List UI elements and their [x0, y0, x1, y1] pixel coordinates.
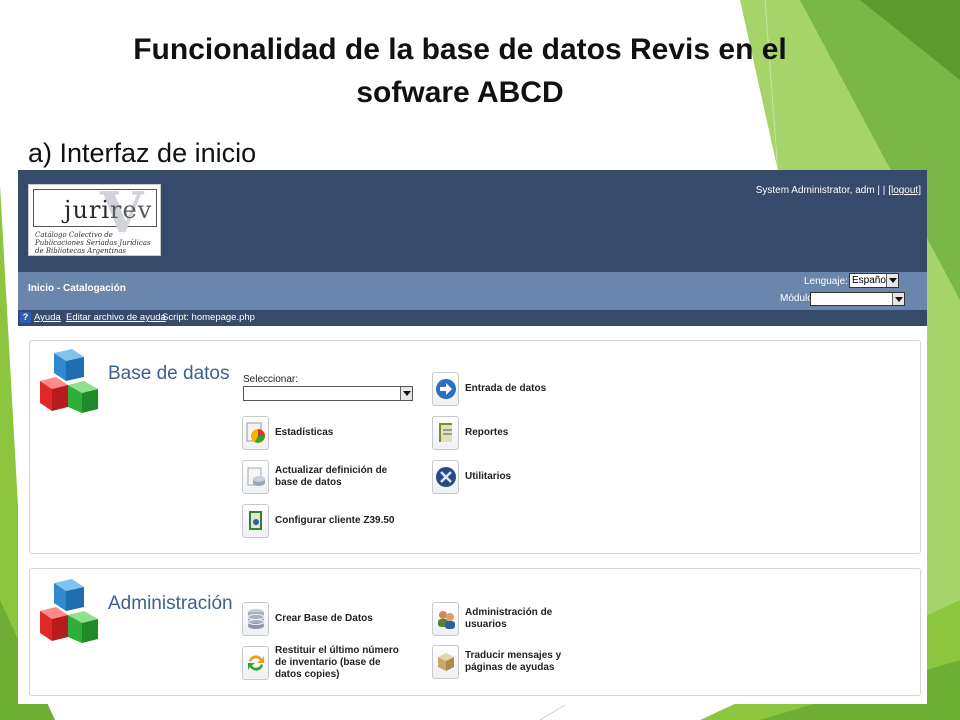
language-select[interactable]: Español [849, 273, 899, 288]
database-panel: Base de datos Seleccionar: Entrada de da… [29, 340, 921, 554]
z3950-config-label: Configurar cliente Z39.50 [275, 515, 395, 526]
database-cubes-icon [40, 349, 98, 413]
breadcrumb: Inicio - Catalogación [28, 283, 126, 294]
statistics-chart-icon [242, 416, 269, 450]
database-select-label: Seleccionar: [243, 374, 299, 385]
help-icon[interactable]: ? [20, 312, 31, 323]
breadcrumb-inicio[interactable]: Inicio [28, 283, 54, 294]
data-entry-button[interactable]: Entrada de datos [432, 372, 595, 406]
admin-cubes-icon [40, 579, 98, 643]
slide-title: Funcionalidad de la base de datos Revis … [40, 28, 880, 114]
slide-title-line1: Funcionalidad de la base de datos Revis … [133, 33, 787, 66]
utilities-tools-icon [432, 460, 459, 494]
z3950-config-button[interactable]: Configurar cliente Z39.50 [242, 504, 405, 538]
z3950-config-icon [242, 504, 269, 538]
utilities-button[interactable]: Utilitarios [432, 460, 595, 494]
statistics-label: Estadísticas [275, 427, 334, 438]
reports-label: Reportes [465, 427, 509, 438]
update-definition-label: Actualizar definición de base de datos [275, 465, 388, 488]
breadcrumb-section: Catalogación [63, 283, 126, 294]
language-value: Español [852, 275, 889, 286]
user-admin-button[interactable]: Administración de usuarios [432, 602, 595, 636]
arrow-right-icon [432, 372, 459, 406]
data-entry-label: Entrada de datos [465, 383, 547, 394]
language-label: Lenguaje: [804, 276, 848, 287]
app-header: V jurirev Catálogo Colectivo de Publicac… [18, 170, 927, 272]
restore-arrows-icon [242, 646, 269, 680]
chevron-down-icon [886, 274, 898, 287]
admin-panel-title: Administración [108, 593, 233, 614]
translate-messages-button[interactable]: Traducir mensajes y páginas de ayudas [432, 645, 595, 679]
database-stack-icon [242, 602, 269, 636]
breadcrumb-separator: - [54, 283, 64, 294]
user-name: System Administrator, adm | | [755, 185, 886, 196]
user-info: System Administrator, adm | | [logout] [756, 185, 921, 196]
logo-caption: Catálogo Colectivo de Publicaciones Seri… [35, 231, 151, 255]
create-database-button[interactable]: Crear Base de Datos [242, 602, 405, 636]
module-select[interactable] [810, 292, 905, 306]
chevron-down-icon [892, 293, 904, 305]
module-label: Módulo [780, 293, 813, 304]
translate-box-icon [432, 645, 459, 679]
help-link[interactable]: Ayuda [34, 312, 61, 323]
reports-button[interactable]: Reportes [432, 416, 595, 450]
user-admin-label: Administración de usuarios [465, 607, 553, 630]
update-definition-button[interactable]: Actualizar definición de base de datos [242, 460, 405, 494]
admin-panel: Administración Crear Base de Datos Admin… [29, 568, 921, 696]
utilities-label: Utilitarios [465, 471, 512, 482]
logo-frame: V jurirev [33, 180, 157, 246]
users-icon [432, 602, 459, 636]
create-database-label: Crear Base de Datos [275, 613, 373, 624]
nav-bar: Inicio - Catalogación Lenguaje: Español … [18, 272, 927, 310]
abcd-screenshot: V jurirev Catálogo Colectivo de Publicac… [18, 170, 927, 704]
edit-help-link[interactable]: Editar archivo de ayuda [66, 312, 166, 323]
chevron-down-icon [400, 387, 412, 400]
logo-word: jurirev [64, 196, 153, 224]
reports-folder-icon [432, 416, 459, 450]
script-name: Script: homepage.php [162, 312, 255, 323]
statistics-button[interactable]: Estadísticas [242, 416, 405, 450]
database-panel-title: Base de datos [108, 363, 230, 384]
slide-subtitle: a) Interfaz de inicio [28, 138, 257, 168]
translate-messages-label: Traducir mensajes y páginas de ayudas [465, 650, 562, 673]
help-bar: ? Ayuda Editar archivo de ayuda Script: … [18, 310, 927, 326]
update-definition-icon [242, 460, 269, 494]
jurirev-logo: V jurirev Catálogo Colectivo de Publicac… [28, 180, 161, 256]
restore-inventory-label: Restituir el último número de inventario… [275, 645, 399, 680]
database-select[interactable] [243, 386, 413, 401]
restore-inventory-button[interactable]: Restituir el último número de inventario… [242, 645, 405, 681]
logout-link[interactable]: [logout] [888, 185, 921, 196]
slide-title-line2: sofware ABCD [356, 76, 564, 109]
